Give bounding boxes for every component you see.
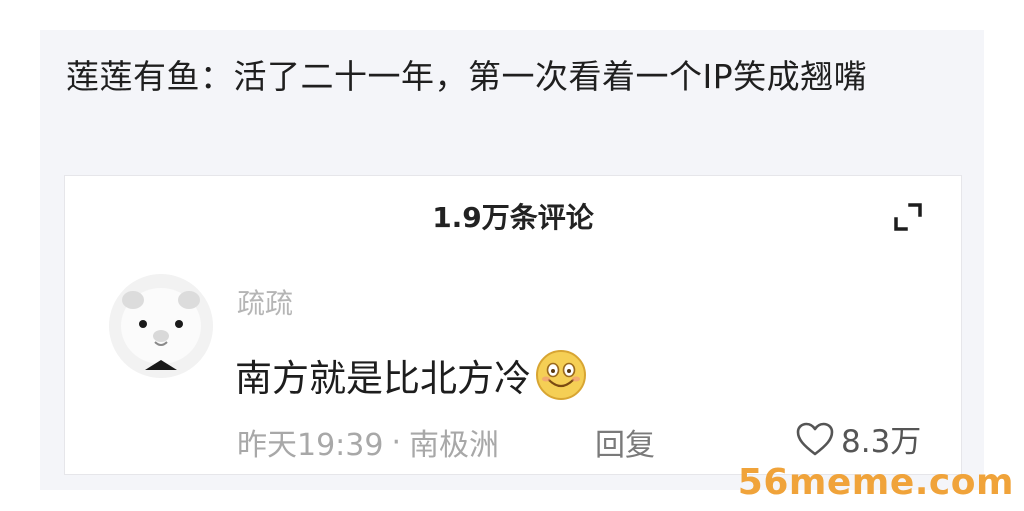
comment-time: 昨天19:39: [237, 428, 384, 463]
screenshot-root: 莲莲有鱼：活了二十一年，第一次看着一个IP笑成翘嘴 1.9万条评论 疏疏 南方就…: [0, 0, 1024, 511]
heart-icon: [796, 422, 834, 455]
comment-text: 南方就是比北方冷: [235, 357, 531, 400]
comment-body: 南方就是比北方冷: [235, 348, 587, 402]
meta-separator: ·: [391, 424, 402, 460]
watermark: 56meme.com: [737, 462, 1014, 503]
avatar[interactable]: [109, 274, 213, 378]
comment-location: 南极洲: [409, 428, 500, 463]
smiling-face-emoji-icon: [536, 350, 586, 400]
hamster-avatar-icon: [109, 274, 213, 378]
comment-meta: 昨天19:39 · 南极洲: [237, 420, 499, 464]
comment-count-title: 1.9万条评论: [432, 201, 594, 234]
like-button[interactable]: 8.3万: [795, 416, 921, 461]
comment-username[interactable]: 疏疏: [237, 282, 293, 322]
post-card: 莲莲有鱼：活了二十一年，第一次看着一个IP笑成翘嘴 1.9万条评论 疏疏 南方就…: [40, 30, 984, 490]
like-count: 8.3万: [841, 424, 922, 460]
comments-panel: 1.9万条评论 疏疏 南方就是比北方冷 昨天19:39 · 南极洲 回复 8.3…: [64, 175, 962, 475]
reply-button[interactable]: 回复: [595, 420, 655, 464]
expand-icon[interactable]: [893, 202, 923, 232]
post-text: 莲莲有鱼：活了二十一年，第一次看着一个IP笑成翘嘴: [66, 57, 868, 96]
